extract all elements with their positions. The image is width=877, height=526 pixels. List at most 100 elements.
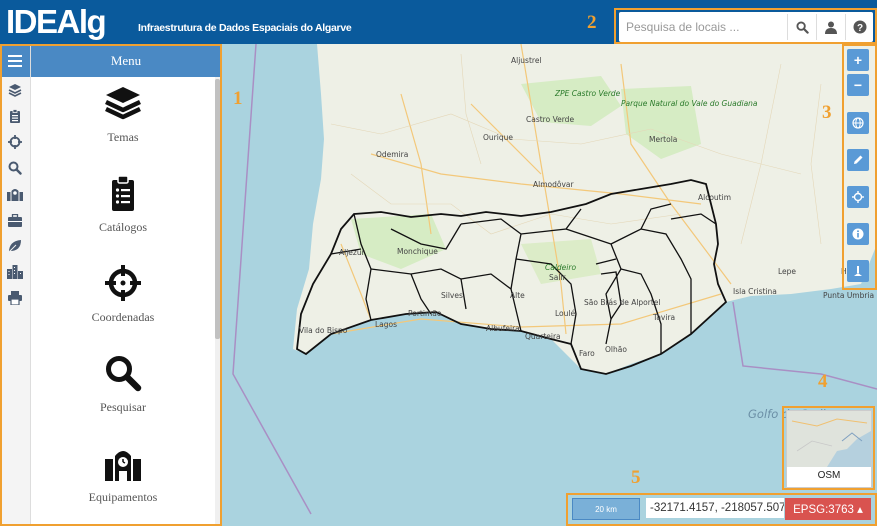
map-label: Ourique [483,133,513,142]
sidebar-item-facilities[interactable] [0,181,30,207]
zoom-in-button[interactable]: + [847,49,869,71]
menu-item-search[interactable]: Pesquisar [31,347,215,437]
map-label: Loulé [555,309,575,318]
map-label: Vila do Bispo [299,326,348,335]
annotation-label: 2 [587,12,597,33]
status-bar: 20 km -32171.4157, -218057.5073 EPSG:376… [569,496,874,522]
measure-button[interactable] [847,260,869,282]
user-button[interactable] [816,14,845,40]
locate-icon [852,191,864,203]
menu-icon [8,54,22,67]
map-label: Silves [441,291,463,300]
zoom-in-label: + [853,52,863,68]
leaf-icon [8,240,21,253]
sidebar-item-print[interactable] [0,285,30,311]
sidebar-toggle-button[interactable] [0,44,30,77]
annotation-label: 3 [822,102,832,123]
coordinates-display: -32171.4157, -218057.5073 [646,498,784,518]
search-input[interactable] [622,14,804,40]
sidebar-item-layers[interactable] [0,77,30,103]
facilities-icon [7,189,23,201]
map-label: Alcoutim [698,193,731,202]
map-label: Almodôvar [533,180,574,189]
sidebar-scroll-thumb[interactable] [215,79,220,339]
search-box: ? [619,12,873,42]
menu-item-label: Temas [107,130,139,144]
user-icon [825,21,837,34]
map-label: Punta Umbria [823,291,874,300]
zoom-out-button[interactable]: − [847,74,869,96]
map-label: Castro Verde [526,115,574,124]
sidebar-iconbar [0,44,31,526]
map-boundary-line [232,44,312,515]
info-icon [852,228,864,240]
annotation-label: 4 [818,371,828,392]
menu-item-label: Pesquisar [100,400,146,414]
map-label: Salir [549,273,567,282]
scale-bar: 20 km [572,498,640,520]
sidebar-item-coordinates[interactable] [0,129,30,155]
search-icon [795,20,809,34]
menu-item-facilities[interactable]: Equipamentos [31,437,215,526]
map-label: São Brás de Alportel [584,298,661,307]
sidebar-panel: Menu Temas Catálogos Coordenadas Pesquis… [0,44,221,526]
clipboard-icon [10,109,20,123]
map-label: Monchique [397,247,438,256]
annotation-label: 5 [631,467,641,488]
app-logo[interactable]: IDEAlg [6,2,107,42]
map-label: Aljezur [339,248,366,257]
menu-item-label: Coordenadas [91,310,155,324]
map-label: Quarteira [525,332,561,341]
layers-icon [105,87,141,120]
menu-item-label: Equipamentos [88,490,158,504]
map-label: Parque Natural do Vale do Guadiana [621,99,758,108]
crosshair-icon [8,135,22,149]
locate-button[interactable] [847,186,869,208]
map-label: Odemira [376,150,408,159]
help-button[interactable]: ? [845,14,874,40]
facilities-icon [105,451,141,481]
draw-button[interactable] [847,149,869,171]
buildings-icon [7,265,23,279]
menu-item-catalogs[interactable]: Catálogos [31,167,215,257]
info-button[interactable] [847,223,869,245]
app-subtitle: Infraestrutura de Dados Espaciais do Alg… [138,22,352,34]
svg-text:?: ? [857,23,863,34]
map-label: Mertola [649,135,677,144]
sidebar-item-buildings[interactable] [0,259,30,285]
menu-item-themes[interactable]: Temas [31,77,215,167]
zoom-out-label: − [853,77,863,93]
menu-list: Temas Catálogos Coordenadas Pesquisar Eq… [31,77,215,526]
overview-map[interactable]: OSM [786,410,872,488]
map-label: Portimão [408,309,442,318]
globe-icon [852,117,864,129]
search-icon [106,356,142,392]
search-button[interactable] [787,14,816,40]
annotation-label: 1 [233,88,243,109]
menu-header: Menu [31,44,221,77]
sidebar-item-environment[interactable] [0,233,30,259]
map-label: Faro [579,349,595,358]
pencil-icon [854,155,863,164]
basemap-button[interactable] [847,112,869,134]
clipboard-icon [112,175,134,211]
sidebar-item-business[interactable] [0,207,30,233]
overview-map-label: OSM [817,470,841,481]
search-icon [8,161,22,175]
map-label: Aljustrel [511,56,542,65]
sidebar-item-catalogs[interactable] [0,103,30,129]
map-svg: Aljustrel ZPE Castro Verde Castro Verde … [232,44,877,515]
sidebar-item-search[interactable] [0,155,30,181]
map-label: Lepe [778,267,796,276]
overview-map-image [787,411,871,467]
briefcase-icon [8,213,22,227]
crosshair-icon [105,265,141,301]
layers-icon [8,84,22,97]
menu-item-coordinates[interactable]: Coordenadas [31,257,215,347]
print-icon [8,291,22,305]
map-label: Tavira [652,313,675,322]
map-canvas[interactable]: Aljustrel ZPE Castro Verde Castro Verde … [221,44,877,526]
map-label: ZPE Castro Verde [554,89,621,98]
map-label: Caldeiro [545,263,576,272]
projection-dropdown[interactable]: EPSG:3763 ▴ [785,498,871,520]
